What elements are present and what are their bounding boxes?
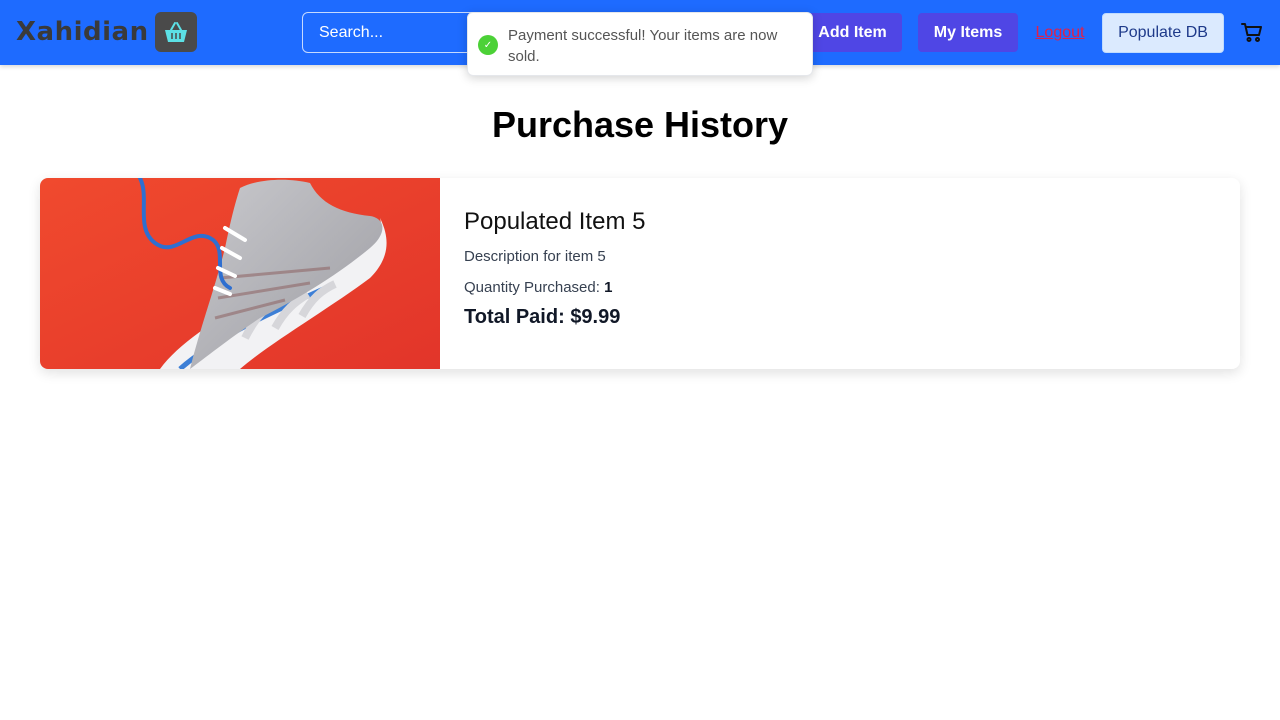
cart-icon[interactable] [1240, 20, 1264, 44]
quantity-purchased: Quantity Purchased: 1 [464, 279, 645, 296]
quantity-label: Quantity Purchased: [464, 279, 600, 296]
page-title: Purchase History [491, 104, 789, 145]
total-label: Total Paid: [464, 306, 565, 328]
total-value: $9.99 [570, 306, 621, 328]
payment-toast: ✓ Payment successful! Your items are now… [467, 12, 813, 76]
item-title: Populated Item 5 [464, 208, 646, 235]
quantity-value: 1 [604, 279, 613, 296]
brand-name: Xahidian [16, 17, 149, 47]
brand-logo[interactable]: Xahidian [16, 12, 197, 52]
item-description: Description for item 5 [464, 248, 606, 265]
product-image [40, 178, 440, 369]
shopping-basket-icon [154, 12, 197, 52]
total-paid: Total Paid: $9.99 [464, 306, 645, 329]
add-item-button[interactable]: Add Item [803, 13, 902, 52]
my-items-button[interactable]: My Items [918, 13, 1018, 52]
populate-db-button[interactable]: Populate DB [1102, 13, 1224, 53]
logout-link[interactable]: Logout [1030, 13, 1090, 52]
toast-message: Payment successful! Your items are now s… [508, 27, 778, 65]
success-icon: ✓ [478, 35, 498, 55]
purchase-details: Populated Item 5 Description for item 5 … [440, 178, 669, 369]
purchase-card: Populated Item 5 Description for item 5 … [40, 178, 1240, 369]
